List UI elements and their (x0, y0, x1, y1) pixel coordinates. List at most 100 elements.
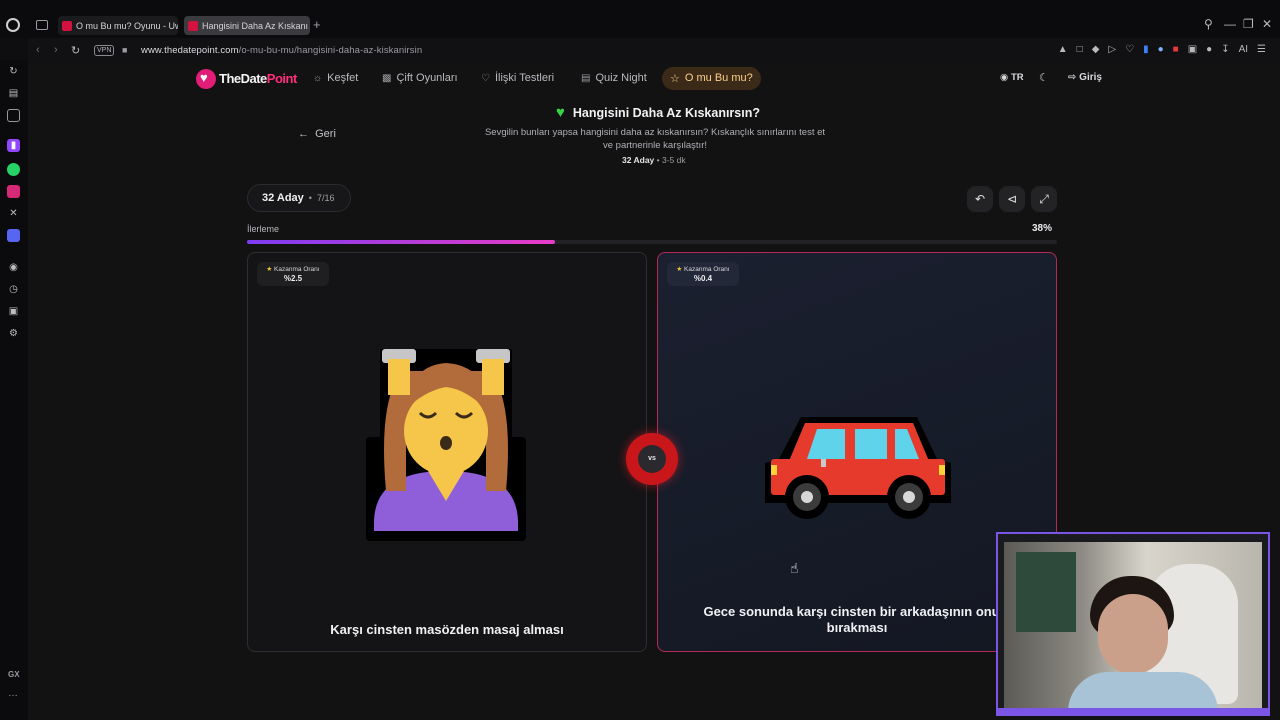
m-app-icon[interactable] (7, 109, 20, 122)
round-candidates: 32 Aday (262, 192, 304, 204)
logo-text-part2: Point (266, 71, 298, 86)
browser-tab-active[interactable]: Hangisini Daha Az Kıskanı (184, 16, 310, 35)
ai-button[interactable]: AI (1239, 44, 1248, 55)
tab-title: O mu Bu mu? Oyunu - Uw (76, 20, 178, 31)
nav-kesfet[interactable]: ☼ Keşfet (313, 72, 358, 84)
quiz-description: Sevgilin bunları yapsa hangisini daha az… (484, 127, 826, 151)
browser-tab[interactable]: O mu Bu mu? Oyunu - Uw (58, 16, 178, 35)
lock-icon[interactable]: ■ (122, 45, 127, 55)
nav-iliski-testleri[interactable]: ♡ İlişki Testleri (481, 72, 554, 84)
globe-ext-icon[interactable]: ● (1158, 44, 1164, 55)
user-icon[interactable]: ● (1206, 44, 1212, 55)
new-tab-plus-icon[interactable]: + (313, 17, 321, 32)
lang-code: TR (1010, 72, 1024, 83)
quiz-duration: 3-5 dk (662, 155, 686, 165)
gamepad-icon: ▩ (382, 72, 392, 84)
gx-label[interactable]: GX (8, 670, 20, 679)
login-button[interactable]: ⇨ Giriş (1068, 72, 1102, 83)
tab-title: Hangisini Daha Az Kıskanı (202, 20, 309, 31)
star-icon: ★ (676, 266, 683, 273)
trophy-icon: ☆ (670, 73, 680, 85)
player-icon[interactable]: ◉ (7, 261, 20, 274)
streamer-webcam-overlay (996, 532, 1270, 716)
option-card-left[interactable]: ★ Kazanma Oranı %2.5 Karşı cinsten masöz… (247, 252, 647, 652)
win-rate-label: Kazanma Oranı (274, 266, 320, 273)
puzzle-icon[interactable]: ▣ (1188, 44, 1197, 55)
restore-icon[interactable]: ❐ (1243, 17, 1254, 31)
login-label: Giriş (1079, 72, 1102, 83)
quiz-title-row: ♥ Hangisini Daha Az Kıskanırsın? (556, 104, 760, 121)
hand-cursor-icon: ☝ (790, 560, 799, 576)
twitch-icon[interactable]: ▮ (7, 139, 20, 152)
snapshot-icon[interactable]: □ (1077, 44, 1083, 55)
vpn-badge[interactable]: VPN (94, 45, 115, 56)
win-rate-badge: ★ Kazanma Oranı %0.4 (667, 262, 739, 286)
heart-outline-icon: ♡ (481, 72, 490, 84)
x-icon[interactable]: ✕ (7, 207, 20, 220)
nav-o-mu-bu-mu-label-wrap[interactable]: ☆ O mu Bu mu? (670, 72, 753, 85)
back-label: Geri (315, 128, 336, 140)
thedatepoint-logo-icon[interactable] (196, 69, 216, 89)
fullscreen-button[interactable]: ⤢ (1031, 186, 1057, 212)
nav-label: Quiz Night (595, 72, 647, 84)
shield-icon[interactable]: ◆ (1092, 44, 1100, 55)
instagram-icon[interactable] (7, 185, 20, 198)
url-domain: www.thedatepoint.com (141, 45, 239, 56)
progress-label: İlerleme (247, 224, 280, 234)
share-icon: ⊲ (1006, 192, 1018, 206)
site-favicon-icon (62, 20, 72, 31)
tp-ext-icon[interactable]: ■ (1173, 44, 1179, 55)
discord-icon[interactable] (7, 229, 20, 242)
search-icon[interactable]: ⚲ (1204, 17, 1213, 31)
progress-bar (247, 240, 1057, 244)
settings-icon[interactable]: ⚙ (7, 327, 20, 340)
share-button[interactable]: ⊲ (999, 186, 1025, 212)
webcam-poster (1016, 552, 1076, 632)
url-field[interactable]: www.thedatepoint.com/o-mu-bu-mu/hangisin… (141, 45, 422, 56)
opera-logo-icon[interactable] (6, 18, 20, 32)
twitch-ext-icon[interactable]: ▮ (1143, 44, 1149, 55)
match-progress: 7/16 (316, 193, 335, 203)
pin-icon[interactable]: ▲ (1058, 44, 1068, 55)
language-switch[interactable]: ◉ TR (1000, 72, 1024, 83)
extensions-toolbar: ▲ □ ◆ ▷ ♡ ▮ ● ■ ▣ ● ↧ AI ☰ (1058, 44, 1266, 55)
candidate-count: 32 Aday (622, 155, 655, 165)
progress-fill (247, 240, 555, 244)
back-arrow-icon[interactable]: ‹ (36, 44, 40, 56)
nav-cift-oyunlari[interactable]: ▩ Çift Oyunları (382, 72, 458, 84)
close-icon[interactable]: ✕ (1262, 17, 1272, 31)
browser-tab-bar: O mu Bu mu? Oyunu - Uw Hangisini Daha Az… (0, 0, 1280, 38)
history-icon[interactable]: ◷ (7, 283, 20, 296)
streamer-face (1098, 594, 1168, 674)
win-rate-label: Kazanma Oranı (684, 266, 730, 273)
theme-toggle-moon-icon[interactable]: ☾ (1039, 71, 1049, 84)
minimize-icon[interactable]: — (1224, 17, 1236, 31)
fullscreen-icon: ⤢ (1039, 192, 1049, 206)
browser-sidebar: ↻ ▤ ▮ ✕ ◉ ◷ ▣ ⚙ GX … (0, 60, 28, 720)
menu-icon[interactable]: ☰ (1257, 44, 1266, 55)
url-path: /o-mu-bu-mu/hangisini-daha-az-kiskanirsi… (238, 45, 423, 56)
extensions-icon[interactable]: ▣ (7, 305, 20, 318)
speed-dial-icon[interactable]: ↻ (7, 65, 20, 78)
site-favicon-icon (188, 20, 198, 31)
undo-button[interactable]: ↶ (967, 186, 993, 212)
bookmark-heart-icon[interactable]: ♡ (1125, 44, 1134, 55)
woman-getting-massage-icon (366, 349, 526, 541)
compass-icon: ☼ (313, 72, 323, 84)
undo-icon: ↶ (974, 192, 986, 206)
news-icon[interactable]: ▤ (7, 87, 20, 100)
round-counter: 32 Aday • 7/16 (247, 184, 351, 212)
site-logo[interactable]: TheDatePoint (219, 71, 297, 86)
reload-icon[interactable]: ↻ (71, 44, 80, 57)
more-dots-icon[interactable]: … (8, 688, 18, 699)
whatsapp-icon[interactable] (7, 163, 20, 176)
quiz-meta: 32 Aday • 3-5 dk (622, 155, 686, 165)
webcam-frame-bar (998, 708, 1268, 714)
nav-quiz-night[interactable]: ▤ Quiz Night (581, 72, 647, 84)
tab-switcher-icon[interactable] (36, 20, 48, 30)
play-icon[interactable]: ▷ (1108, 44, 1116, 55)
back-button[interactable]: ← Geri (298, 128, 336, 140)
download-icon[interactable]: ↧ (1221, 44, 1229, 55)
forward-arrow-icon[interactable]: › (54, 44, 58, 56)
win-rate-value: %0.4 (693, 274, 713, 283)
